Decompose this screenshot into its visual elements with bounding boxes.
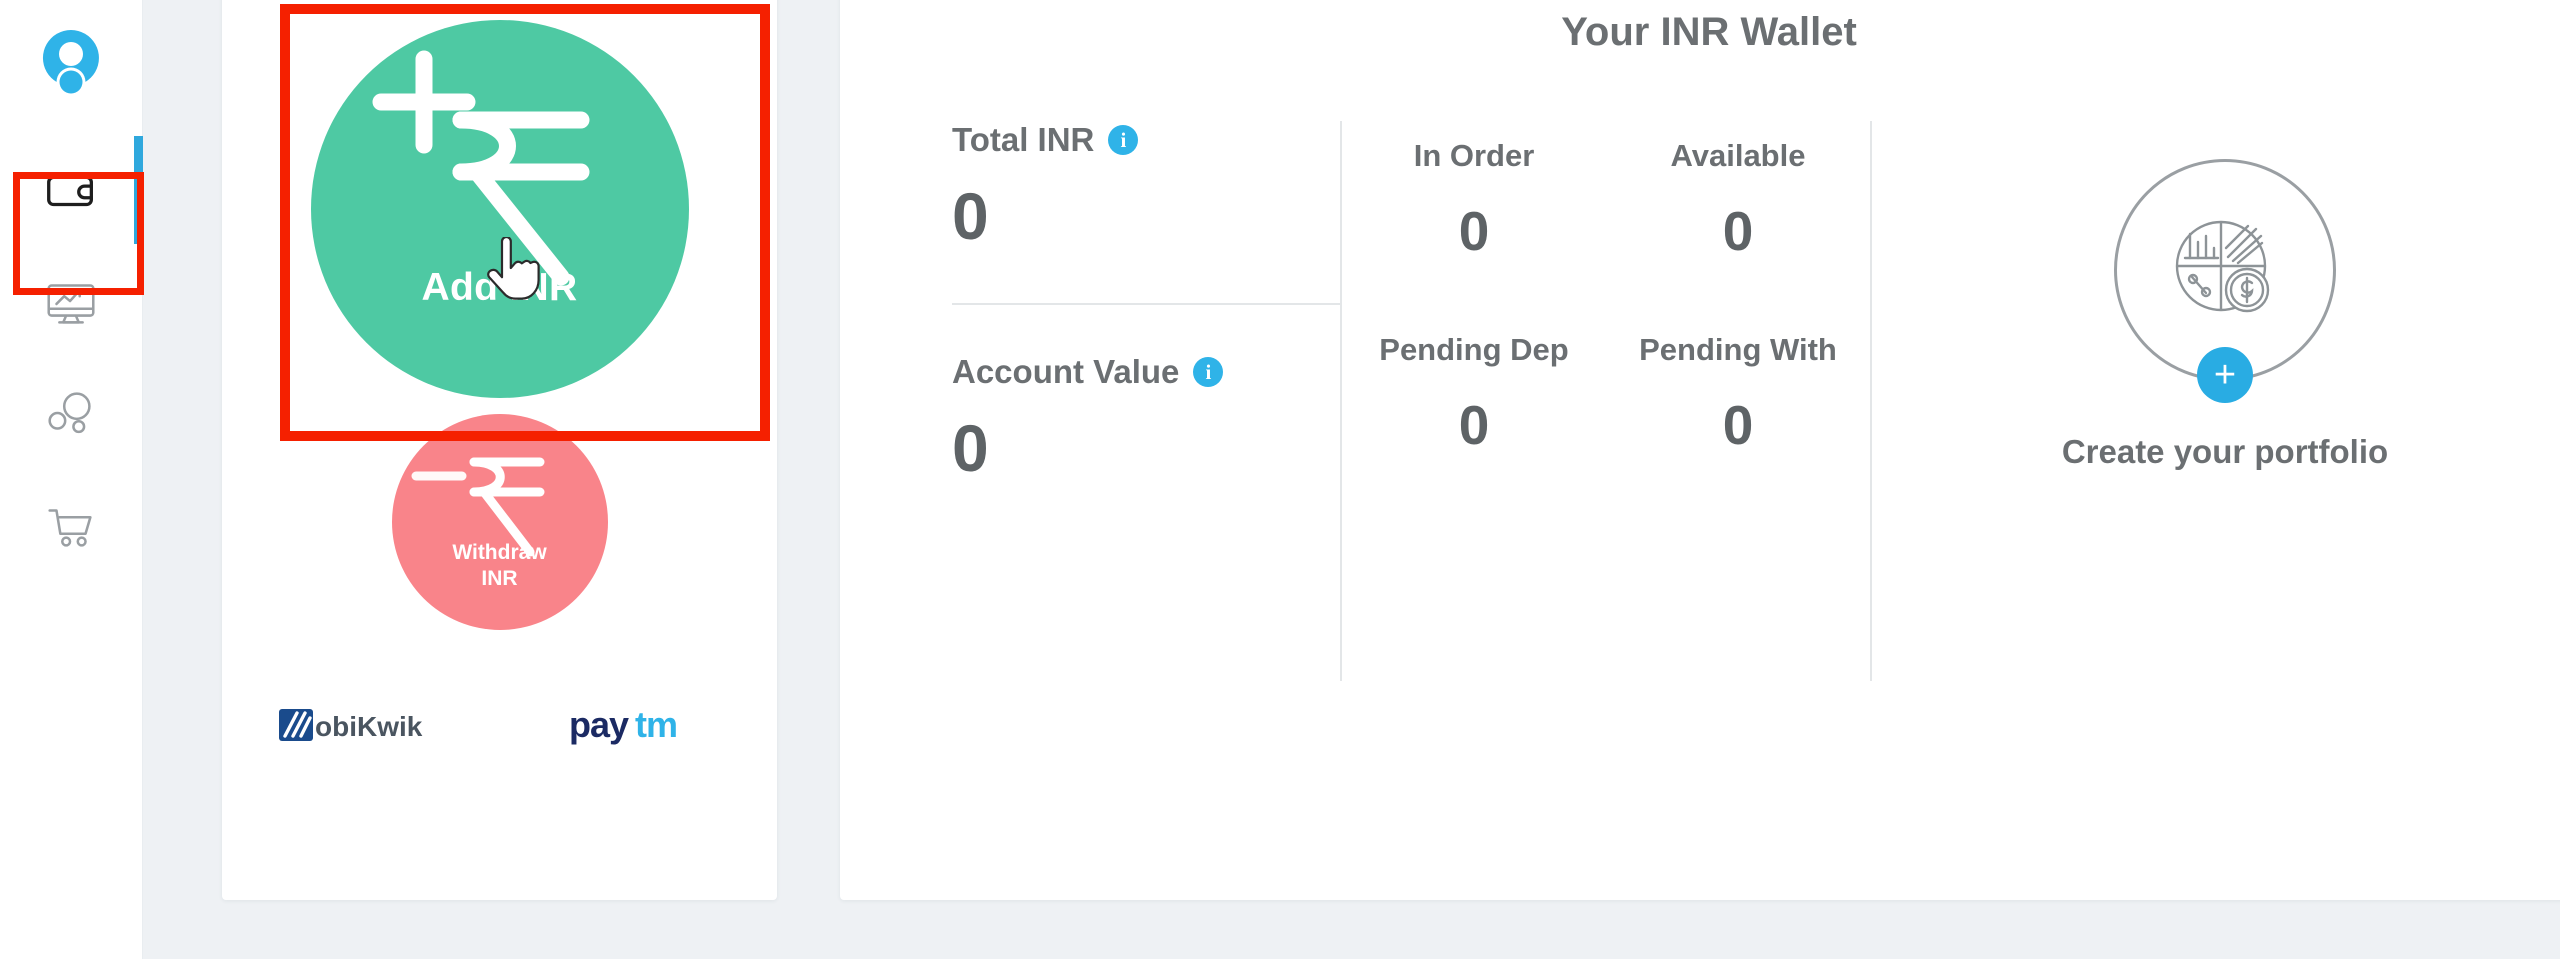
add-inr-label: Add INR <box>421 266 578 309</box>
in-order-label: In Order <box>1413 138 1535 173</box>
wallet-breakdown-grid: In Order 0 Pending Dep 0 Available 0 Pen… <box>1340 121 1872 681</box>
inr-action-card: Add INR Withdraw INR obiKwik pay tm <box>222 0 777 900</box>
totals-divider <box>952 303 1340 305</box>
wallet-title: Your INR Wallet <box>1561 10 1857 54</box>
withdraw-inr-button[interactable]: Withdraw INR <box>391 414 608 630</box>
add-inr-button[interactable]: Add INR <box>310 20 689 398</box>
provider-paytm[interactable]: pay tm Paytm <box>569 703 721 747</box>
in-order-value: 0 <box>1458 199 1490 262</box>
sidebar-item-coins[interactable] <box>0 358 143 470</box>
create-portfolio-button[interactable]: + <box>2114 159 2336 403</box>
plus-rupee-icon <box>372 50 589 286</box>
user-avatar-logo-icon <box>42 30 99 96</box>
withdraw-inr-label: Withdraw INR <box>392 540 608 593</box>
minus-rupee-icon <box>411 457 544 557</box>
account-value-label-row: Account Value i <box>952 353 1280 391</box>
available-value: 0 <box>1722 199 1754 262</box>
pending-with-label: Pending With <box>1639 331 1837 367</box>
account-value-value: 0 <box>952 411 989 485</box>
active-indicator-bar <box>133 136 143 244</box>
account-value-stat: Account Value i 0 <box>952 353 1280 481</box>
wallet-totals-column: Total INR i 0 Account Value i 0 <box>840 121 1340 681</box>
main-content: Add INR Withdraw INR obiKwik pay tm Your… <box>143 0 2560 959</box>
breakdown-column-left: In Order 0 Pending Dep 0 <box>1342 137 1606 681</box>
withdraw-inr-label-line1: Withdraw <box>452 540 547 564</box>
svg-text:obiKwik: obiKwik <box>315 711 423 742</box>
wallet-icon <box>47 175 93 207</box>
provider-mobikwik[interactable]: obiKwik MobiKwik <box>278 703 465 747</box>
inr-wallet-card: Your INR Wallet Total INR i 0 Account Va… <box>840 0 2560 900</box>
portfolio-pie-icon <box>2175 220 2270 313</box>
mobikwik-logo-icon: obiKwik <box>278 709 423 742</box>
info-icon[interactable]: i <box>1193 357 1224 387</box>
create-portfolio-caption: Create your portfolio <box>2061 433 2389 470</box>
portfolio-add-badge[interactable]: + <box>2197 347 2253 403</box>
bubbles-icon <box>48 392 91 434</box>
paytm-logo-icon: pay tm <box>569 704 678 745</box>
svg-text:pay: pay <box>569 704 629 745</box>
app-root: Add INR Withdraw INR obiKwik pay tm Your… <box>0 0 2560 959</box>
sidebar-item-wallet[interactable] <box>0 134 143 246</box>
withdraw-inr-wrapper: Withdraw INR <box>391 413 609 631</box>
info-icon[interactable]: i <box>1108 125 1139 155</box>
monitor-chart-icon <box>47 284 95 324</box>
account-value-label: Account Value <box>952 353 1180 390</box>
sidebar-item-orders[interactable] <box>0 470 143 582</box>
sidebar-item-trade[interactable] <box>0 246 143 358</box>
svg-text:tm: tm <box>635 704 677 745</box>
sidebar-nav <box>0 134 143 582</box>
payment-providers: obiKwik MobiKwik pay tm Paytm <box>222 703 777 747</box>
sidebar <box>0 0 144 959</box>
wallet-body: Total INR i 0 Account Value i 0 In Order… <box>840 121 2560 681</box>
user-avatar-logo[interactable] <box>35 24 107 96</box>
withdraw-inr-label-line2: INR <box>481 566 518 590</box>
pending-with-value: 0 <box>1722 393 1754 456</box>
available-label: Available <box>1670 138 1806 173</box>
total-inr-label-row: Total INR i <box>952 121 1280 159</box>
create-portfolio-column: + Create your portfolio <box>1872 121 2560 681</box>
pending-dep-label: Pending Dep <box>1379 331 1569 367</box>
breakdown-column-right: Available 0 Pending With 0 <box>1606 137 1870 681</box>
total-inr-stat: Total INR i 0 <box>952 121 1280 249</box>
total-inr-value: 0 <box>952 179 989 253</box>
total-inr-label: Total INR <box>952 121 1095 158</box>
pending-dep-value: 0 <box>1458 393 1490 456</box>
shopping-cart-icon <box>48 509 92 547</box>
add-inr-wrapper: Add INR <box>279 4 770 441</box>
